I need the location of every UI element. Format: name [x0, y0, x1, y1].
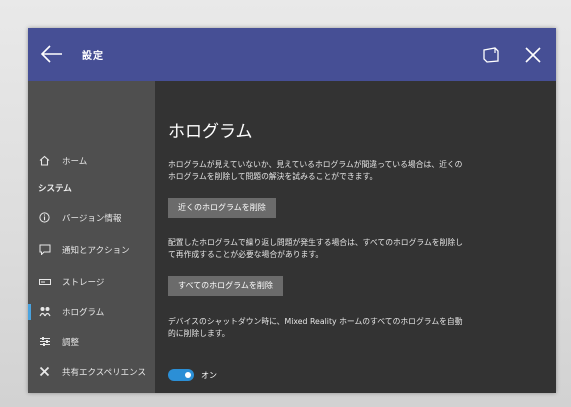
sidebar-item-calibration[interactable]: 調整 [28, 332, 155, 352]
nearby-holograms-description: ホログラムが見えていないか、見えているホログラムが間違っている場合は、近くのホロ… [168, 160, 463, 181]
auto-remove-toggle-row: オン [168, 369, 228, 383]
auto-remove-toggle[interactable] [168, 369, 194, 381]
page-title: ホログラム [168, 122, 253, 142]
sidebar-item-home[interactable]: ホーム [28, 151, 155, 171]
remove-all-holograms-button[interactable]: すべてのホログラムを削除 [168, 276, 283, 296]
toggle-state-label: オン [201, 371, 217, 380]
toggle-knob [185, 372, 191, 378]
sidebar-item-shared-experiences[interactable]: 共有エクスペリエンス [28, 362, 155, 382]
sidebar-item-notifications[interactable]: 通知とアクション [28, 240, 155, 260]
settings-window: 設定 ホーム システム バージョン情報 通知とアクション ストレージ ホログラム… [28, 28, 556, 393]
sidebar-item-label: ストレージ [62, 278, 105, 288]
window-title: 設定 [82, 51, 104, 62]
holograms-icon [38, 305, 51, 318]
sidebar-item-label: 共有エクスペリエンス [62, 368, 146, 378]
selection-indicator [28, 304, 31, 320]
all-holograms-description: 配置したホログラムで繰り返し問題が発生する場合は、すべてのホログラムを削除して再… [168, 238, 463, 259]
pin-window-button[interactable] [476, 40, 506, 70]
notification-icon [38, 243, 51, 256]
sidebar-item-label: ホーム [62, 157, 88, 167]
auto-remove-description: デバイスのシャットダウン時に、Mixed Reality ホームのすべてのホログ… [168, 317, 463, 338]
home-icon [38, 154, 51, 167]
close-icon [518, 45, 548, 65]
sidebar: ホーム システム バージョン情報 通知とアクション ストレージ ホログラム 調整… [28, 81, 155, 393]
shared-experiences-icon [38, 365, 51, 378]
sidebar-item-about[interactable]: バージョン情報 [28, 208, 155, 228]
arrow-left-icon [38, 45, 66, 72]
sliders-icon [38, 335, 51, 348]
storage-icon [38, 275, 51, 288]
pin-window-icon [476, 45, 506, 65]
back-button[interactable] [38, 40, 66, 68]
sidebar-item-label: ホログラム [62, 308, 105, 318]
info-icon [38, 211, 51, 224]
content-pane: ホログラム ホログラムが見えていないか、見えているホログラムが間違っている場合は… [155, 81, 556, 393]
sidebar-item-color[interactable]: 色 [28, 391, 155, 393]
close-button[interactable] [518, 40, 548, 70]
sidebar-section-heading: システム [38, 184, 72, 194]
sidebar-item-label: 通知とアクション [62, 246, 130, 256]
sidebar-item-label: 調整 [62, 338, 80, 348]
sidebar-item-label: バージョン情報 [62, 214, 122, 224]
remove-nearby-holograms-button[interactable]: 近くのホログラムを削除 [168, 198, 276, 218]
sidebar-item-holograms[interactable]: ホログラム [28, 302, 155, 322]
title-bar: 設定 [28, 28, 556, 81]
sidebar-item-storage[interactable]: ストレージ [28, 272, 155, 292]
